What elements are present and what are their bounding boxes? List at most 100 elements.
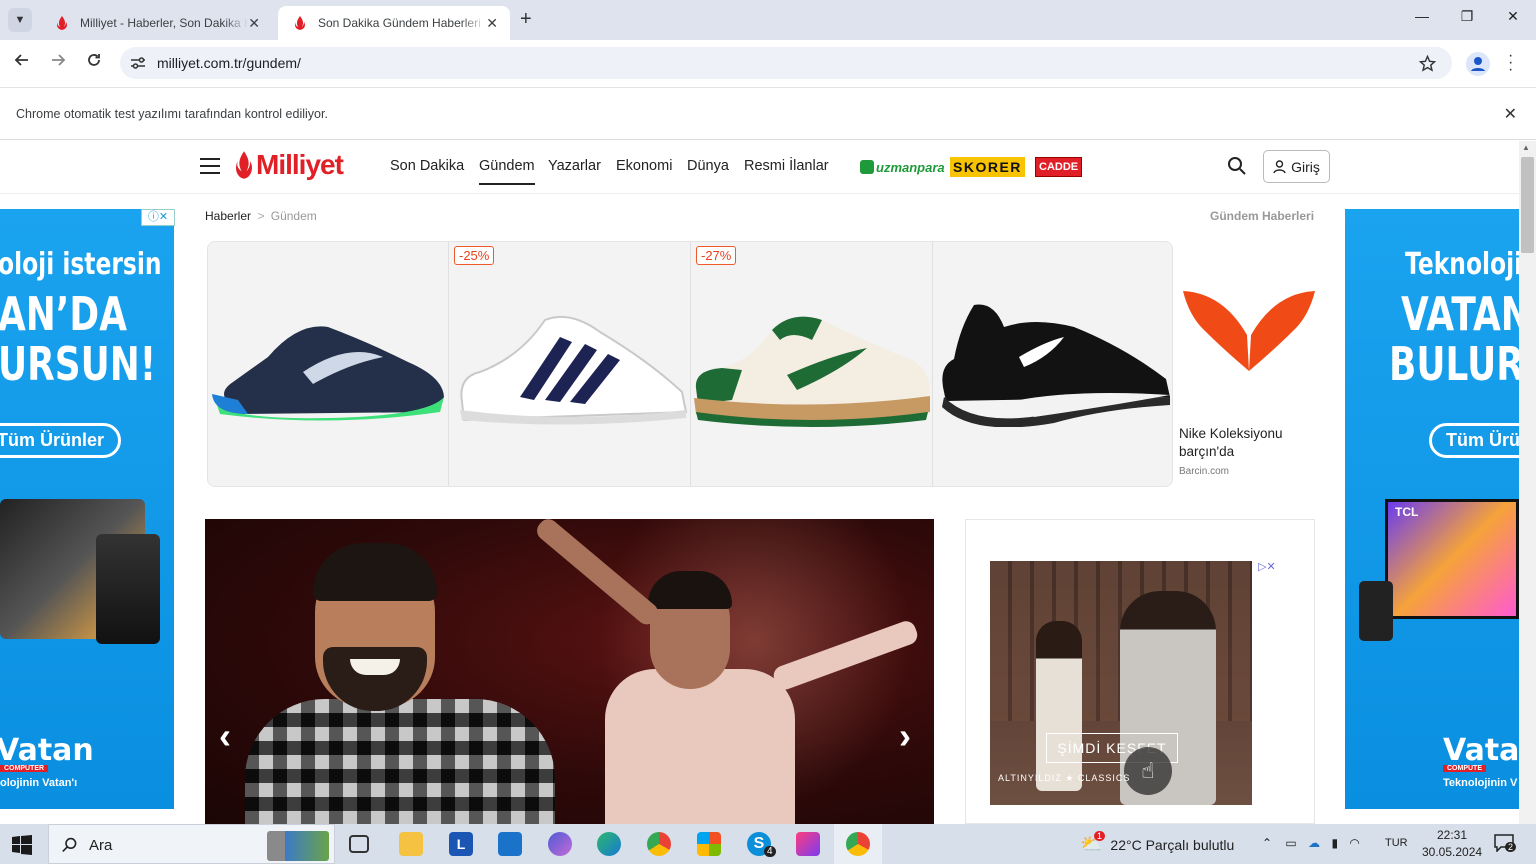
ad-brand-sub: COMPUTE (1443, 765, 1486, 772)
advertiser-site[interactable]: Barcin.com (1179, 466, 1229, 477)
shoe-card[interactable]: -27% (692, 242, 933, 486)
new-tab-button[interactable]: + (520, 8, 532, 31)
taskbar-clock[interactable]: 22:31 30.05.2024 (1422, 827, 1482, 861)
copilot-icon[interactable] (548, 832, 572, 856)
chrome-icon[interactable] (647, 832, 671, 856)
back-button[interactable] (11, 52, 33, 74)
person-left-shirt-overlay (245, 699, 555, 824)
tv-brand-label: TCL (1395, 505, 1419, 519)
milliyet-logo[interactable]: Milliyet (234, 149, 344, 181)
skorer-link[interactable]: SKORER (950, 157, 1025, 177)
tap-hand-icon: ☝ (1124, 747, 1172, 795)
infobar-text: Chrome otomatik test yazılımı tarafından… (16, 107, 328, 121)
wifi-icon[interactable]: ◠ (1349, 836, 1359, 850)
bookmark-star-icon[interactable] (1419, 55, 1436, 72)
window-close-button[interactable]: ✕ (1490, 8, 1536, 32)
nav-gundem[interactable]: Gündem (479, 158, 535, 185)
nav-dunya[interactable]: Dünya (687, 158, 729, 174)
windows-taskbar: Ara L S 4 ⛅ 22°C Parçalı bulutlu 1 ⌃ ▭ ☁… (0, 824, 1536, 864)
coffee-machine-image (96, 534, 160, 644)
url-text: milliyet.com.tr/gundem/ (157, 55, 301, 71)
chevron-up-icon[interactable]: ⌃ (1262, 836, 1272, 850)
tab-milliyet-home[interactable]: Milliyet - Haberler, Son Dakika Haberler… (40, 6, 272, 40)
right-vatan-ad[interactable]: Teknoloji is VATAN BULURS Tüm Ürün TCL V… (1345, 209, 1519, 809)
login-button[interactable]: Giriş (1263, 150, 1330, 183)
tab-title: Milliyet - Haberler, Son Dakika Haberler… (80, 16, 248, 30)
reload-button[interactable] (83, 52, 105, 74)
milliyet-favicon-icon (295, 16, 305, 30)
notification-count: 2 (1505, 842, 1517, 852)
ad-headline: URSUN! (0, 337, 157, 391)
cadde-link[interactable]: CADDE (1035, 157, 1083, 177)
uzmanpara-logo-icon (860, 160, 874, 174)
ad-brand-logo: Vata (1443, 733, 1519, 768)
ad-cta-button[interactable]: Tüm Ürün (1429, 423, 1519, 458)
tab-close-icon[interactable]: ✕ (486, 15, 498, 32)
air-max-shoe-image (942, 304, 1170, 427)
notification-center-icon[interactable]: 2 (1494, 834, 1517, 854)
slider-prev-arrow[interactable]: ‹ (219, 715, 231, 757)
shoe-card[interactable]: -25% (450, 242, 691, 486)
hero-slider[interactable]: ‹ › (205, 519, 934, 824)
ad-tagline: Teknolojinin V (1443, 777, 1518, 789)
nav-yazarlar[interactable]: Yazarlar (548, 158, 601, 174)
scroll-up-arrow-icon[interactable]: ▲ (1522, 143, 1530, 152)
slider-next-arrow[interactable]: › (899, 715, 911, 757)
device-icon[interactable]: ▭ (1285, 836, 1296, 850)
taskbar-search-box[interactable]: Ara (48, 824, 335, 864)
battery-icon[interactable]: ▮ (1331, 836, 1338, 850)
minimize-button[interactable]: — (1399, 8, 1445, 32)
uzmanpara-link[interactable]: uzmanpara (860, 157, 945, 177)
restore-button[interactable]: ❐ (1444, 8, 1490, 32)
onedrive-icon[interactable]: ☁ (1308, 836, 1320, 850)
forward-button[interactable] (47, 52, 69, 74)
left-vatan-ad[interactable]: oloji istersin AN’DA URSUN! Tüm Ürünler … (0, 209, 174, 809)
weather-text: 22°C Parçalı bulutlu (1110, 836, 1235, 853)
tab-search-button[interactable]: ▼ (8, 8, 32, 32)
ad-headline: Teknoloji is (1405, 247, 1519, 282)
store-icon[interactable] (697, 832, 721, 856)
profile-avatar[interactable] (1466, 52, 1490, 76)
adchoices-icon[interactable]: ⓘ✕ (141, 209, 175, 226)
task-view-icon[interactable] (349, 835, 369, 853)
tab-gundem[interactable]: Son Dakika Gündem Haberleri ✕ (278, 6, 510, 40)
file-explorer-icon[interactable] (399, 832, 423, 856)
running-shoe-image (212, 326, 444, 421)
shoe-card[interactable] (934, 242, 1172, 486)
tab-title: Son Dakika Gündem Haberleri (318, 16, 481, 30)
infobar-close-icon[interactable]: ✕ (1504, 104, 1517, 124)
hamburger-menu-icon[interactable] (200, 158, 220, 174)
active-chrome-window[interactable] (834, 824, 882, 864)
altinyildiz-ad[interactable]: ŞİMDİ KEŞFET ☝ ALTINYILDIZ ★ CLASSICS (990, 561, 1252, 805)
mail-icon[interactable] (498, 832, 522, 856)
ad-cta-button[interactable]: Tüm Ürünler (0, 423, 122, 458)
nav-ekonomi[interactable]: Ekonomi (616, 158, 672, 174)
chrome-menu-button[interactable]: · · · (1508, 48, 1513, 78)
site-settings-icon[interactable] (130, 56, 146, 70)
skype-badge: 4 (764, 846, 776, 857)
milliyet-favicon-icon (57, 16, 67, 30)
breadcrumb-haberler[interactable]: Haberler (205, 209, 251, 223)
phone-image (1359, 581, 1393, 641)
discount-badge: -27% (696, 246, 737, 265)
address-bar[interactable]: milliyet.com.tr/gundem/ (120, 47, 1452, 79)
l-app-icon[interactable]: L (449, 832, 473, 856)
scrollbar-thumb[interactable] (1521, 157, 1534, 253)
system-tray[interactable]: ⌃ ▭ ☁ ▮ ◠ (1262, 836, 1360, 850)
nav-resmi-ilanlar[interactable]: Resmi İlanlar (744, 158, 829, 174)
nav-son-dakika[interactable]: Son Dakika (390, 158, 464, 174)
edge-icon[interactable] (597, 832, 621, 856)
language-indicator[interactable]: TUR (1385, 837, 1408, 849)
shoe-card[interactable] (208, 242, 449, 486)
tab-close-icon[interactable]: ✕ (248, 15, 260, 32)
search-icon[interactable] (1227, 156, 1247, 176)
person-icon (1471, 57, 1485, 71)
login-label: Giriş (1291, 158, 1320, 175)
advertiser-card[interactable]: Nike Koleksiyonu barçın'da Barcin.com (1175, 241, 1315, 487)
browser-toolbar: milliyet.com.tr/gundem/ · · · (0, 40, 1536, 86)
shoe-carousel-ad: -25% -27% (207, 241, 1173, 487)
windows-start-icon[interactable] (12, 835, 32, 855)
advertiser-name[interactable]: Nike Koleksiyonu barçın'da (1179, 425, 1309, 461)
adchoices-icon[interactable]: ▷✕ (1258, 560, 1288, 576)
intellij-icon[interactable] (796, 832, 820, 856)
